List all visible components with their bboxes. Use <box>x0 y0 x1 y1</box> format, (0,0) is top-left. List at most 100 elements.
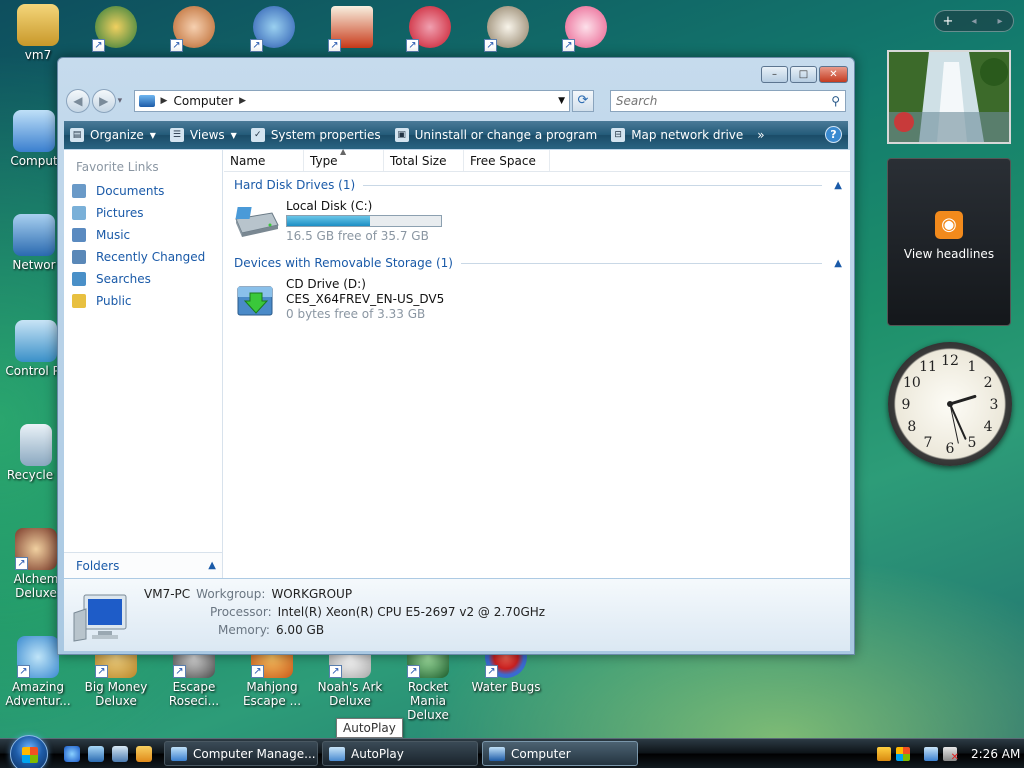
window-controls: – □ ✕ <box>759 66 848 83</box>
network-status-icon[interactable] <box>924 746 938 761</box>
clock-minute-hand <box>949 403 967 440</box>
search-box[interactable]: ⚲ <box>609 90 846 112</box>
workgroup-label: Workgroup: <box>196 587 266 601</box>
user-folder-icon <box>17 4 59 46</box>
favorite-link-label: Documents <box>96 184 165 198</box>
map-drive-label: Map network drive <box>631 128 744 142</box>
processor-row: Processor: Intel(R) Xeon(R) CPU E5-2697 … <box>210 605 545 619</box>
add-gadget-button[interactable]: + <box>935 14 961 29</box>
desktop-icon-top-7[interactable]: ↗ <box>562 6 610 52</box>
clock-number: 8 <box>907 419 916 435</box>
search-input[interactable] <box>615 94 832 108</box>
organize-icon: ▤ <box>70 128 84 142</box>
chevron-up-icon[interactable]: ▲ <box>834 258 842 269</box>
more-commands-button[interactable]: » <box>757 128 764 142</box>
details-pane: VM7-PC Workgroup: WORKGROUP Processor: I… <box>64 579 850 651</box>
taskbar-clock[interactable]: 2:26 AM <box>971 747 1020 761</box>
show-desktop-icon[interactable] <box>88 746 104 762</box>
column-header-total-size[interactable]: Total Size <box>384 150 464 171</box>
drive-free-space: 0 bytes free of 3.33 GB <box>286 307 426 321</box>
desktop-icon-top-1[interactable]: ↗ <box>92 6 140 52</box>
computer-name-row: VM7-PC Workgroup: WORKGROUP <box>144 587 352 601</box>
security-shield-icon[interactable] <box>877 746 891 761</box>
favorite-link-public[interactable]: Public <box>64 290 222 312</box>
desktop-icon-top-5[interactable]: ↗ <box>406 6 454 52</box>
clock-number: 7 <box>924 435 933 451</box>
column-header-free-space[interactable]: Free Space <box>464 150 550 171</box>
desktop-icon-top-2[interactable]: ↗ <box>170 6 218 52</box>
clock-number: 5 <box>968 435 977 451</box>
drive-cd-d[interactable]: CD Drive (D:) CES_X64FREV_EN-US_DV5 0 by… <box>232 277 850 327</box>
favorite-link-music[interactable]: Music <box>64 224 222 246</box>
breadcrumb-computer[interactable]: Computer <box>173 94 233 108</box>
forward-button[interactable]: ▶ <box>91 89 116 113</box>
address-history-dropdown-icon[interactable]: ▼ <box>558 96 565 106</box>
column-header-name[interactable]: Name <box>224 150 304 171</box>
favorite-link-recently-changed[interactable]: Recently Changed <box>64 246 222 268</box>
windows-flag-icon[interactable] <box>896 746 910 761</box>
organize-menu[interactable]: ▤ Organize ▼ <box>70 128 156 142</box>
computer-name: VM7-PC <box>144 587 191 601</box>
uninstall-program-button[interactable]: ▣ Uninstall or change a program <box>394 128 598 142</box>
back-button[interactable]: ◀ <box>66 89 90 113</box>
maximize-button[interactable]: □ <box>790 66 817 83</box>
desktop-icon-label: Noah's Ark Deluxe <box>317 680 383 708</box>
views-label: Views <box>189 128 225 142</box>
slideshow-gadget[interactable] <box>887 50 1011 144</box>
favorite-link-pictures[interactable]: Pictures <box>64 202 222 224</box>
minimize-button[interactable]: – <box>761 66 788 83</box>
feed-headlines-gadget[interactable]: ◉ View headlines <box>887 158 1011 326</box>
volume-muted-icon[interactable]: ✕ <box>943 746 959 763</box>
address-bar[interactable]: ▶ Computer ▶ ▼ <box>133 90 571 112</box>
column-header-type[interactable]: ▲ Type <box>304 147 384 171</box>
desktop-icon-vm7[interactable]: vm7 <box>0 4 78 62</box>
clock-gadget[interactable]: 12 1 2 3 4 5 6 7 8 9 10 11 <box>888 342 1012 466</box>
organize-label: Organize <box>90 128 144 142</box>
breadcrumb-separator-icon[interactable]: ▶ <box>161 96 168 106</box>
internet-explorer-icon[interactable] <box>64 746 80 762</box>
chevron-up-icon[interactable]: ▲ <box>834 180 842 191</box>
media-player-icon[interactable] <box>136 746 152 762</box>
taskbar-item-computer[interactable]: Computer <box>482 741 638 766</box>
computer-icon <box>13 110 55 152</box>
breadcrumb-separator-icon[interactable]: ▶ <box>239 96 246 106</box>
desktop-icon-label: Big Money Deluxe <box>84 680 148 708</box>
refresh-button[interactable]: ⟳ <box>572 90 594 112</box>
views-menu[interactable]: ☰ Views ▼ <box>169 128 237 142</box>
group-header-removable-storage[interactable]: Devices with Removable Storage (1) ▲ <box>234 253 842 273</box>
autoplay-icon <box>329 746 345 761</box>
desktop-icon-top-3[interactable]: ↗ <box>250 6 298 52</box>
desktop-icon-label: Escape Roseci... <box>168 680 220 708</box>
clock-number: 11 <box>919 359 937 375</box>
next-gadgets-button[interactable]: ▸ <box>987 16 1013 27</box>
shortcut-arrow-icon: ↗ <box>173 665 186 678</box>
group-header-hard-disk-drives[interactable]: Hard Disk Drives (1) ▲ <box>234 175 842 195</box>
drive-local-disk-c[interactable]: Local Disk (C:) 16.5 GB free of 35.7 GB <box>232 199 850 249</box>
close-button[interactable]: ✕ <box>819 66 848 83</box>
disk-usage-bar <box>286 215 442 227</box>
start-button[interactable] <box>10 735 48 768</box>
navigation-bar: ◀ ▶ ▾ ▶ Computer ▶ ▼ ⟳ ⚲ <box>66 88 846 114</box>
shortcut-arrow-icon: ↗ <box>328 39 341 52</box>
favorite-link-searches[interactable]: Searches <box>64 268 222 290</box>
search-icon[interactable]: ⚲ <box>831 94 840 108</box>
system-properties-button[interactable]: ✓ System properties <box>250 128 381 142</box>
map-network-drive-button[interactable]: ⊟ Map network drive <box>611 128 743 142</box>
switch-windows-icon[interactable] <box>112 746 128 762</box>
folders-toggle[interactable]: Folders ▲ <box>64 552 222 578</box>
taskbar-item-autoplay[interactable]: AutoPlay <box>322 741 478 766</box>
programs-icon: ▣ <box>394 128 409 142</box>
explorer-window[interactable]: – □ ✕ ◀ ▶ ▾ ▶ Computer ▶ ▼ ⟳ ⚲ ▤ Organiz… <box>57 57 855 655</box>
desktop-icon-top-4[interactable]: ↗ <box>328 6 376 52</box>
uninstall-label: Uninstall or change a program <box>414 128 598 142</box>
favorite-link-documents[interactable]: Documents <box>64 180 222 202</box>
view-headlines-link[interactable]: View headlines <box>888 247 1010 261</box>
recent-pages-dropdown[interactable]: ▾ <box>118 96 128 106</box>
taskbar-item-computer-management[interactable]: Computer Manage... <box>164 741 318 766</box>
help-icon[interactable]: ? <box>825 126 842 143</box>
previous-gadgets-button[interactable]: ◂ <box>961 16 987 27</box>
public-folder-icon <box>72 294 86 308</box>
control-panel-icon <box>15 320 57 362</box>
desktop-icon-top-6[interactable]: ↗ <box>484 6 532 52</box>
processor-label: Processor: <box>210 605 272 619</box>
